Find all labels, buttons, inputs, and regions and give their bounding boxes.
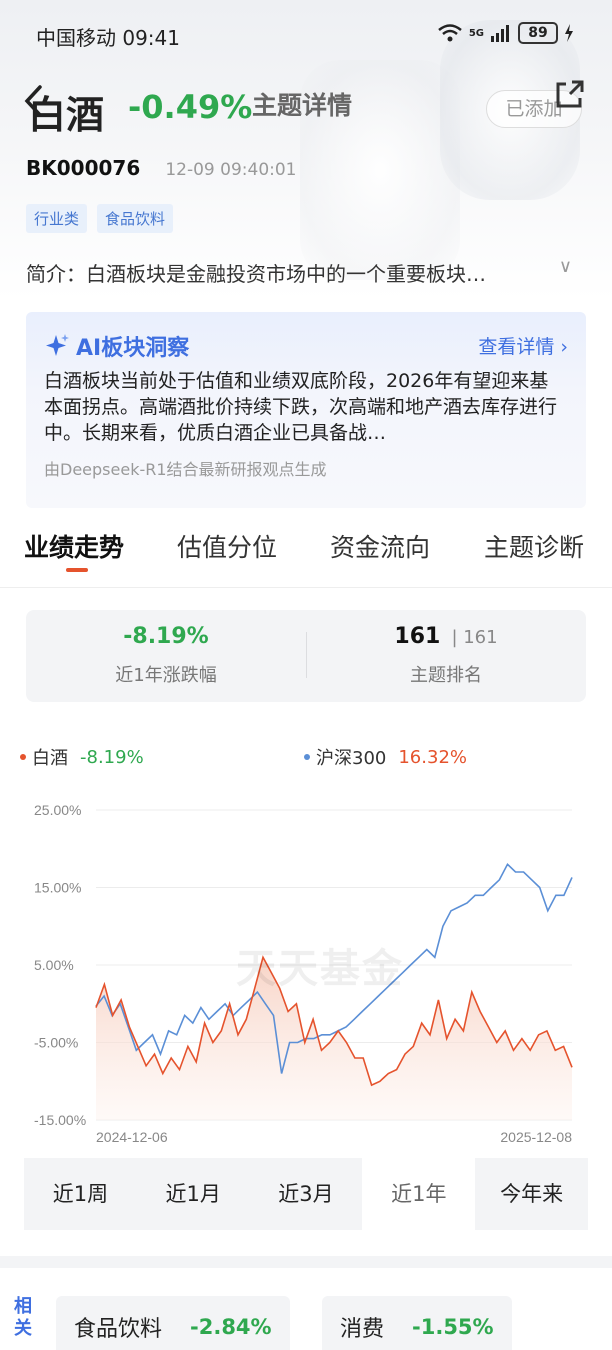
status-icons: 5G 89 [437,22,574,44]
battery-icon: 89 [518,22,558,44]
legend-dot [304,754,310,760]
page-subtitle: 主题详情 [252,91,353,120]
summary-card: -8.19% 近1年涨跌幅 161 | 161 主题排名 [26,610,586,702]
chart-watermark: 天天基金 [236,946,404,992]
tag-industry[interactable]: 行业类 [26,204,88,233]
x-tick-label-start: 2024-12-06 [96,1129,168,1145]
view-details-label: 查看详情 [478,336,555,358]
page-header: 白酒 -0.49% 主题详情 已添加 [0,78,612,138]
legend-name: 沪深300 [316,748,387,769]
legend-hs300: 沪深300 16.32% [304,744,467,770]
share-icon[interactable] [552,78,586,112]
ai-card-title: AI板块洞察 [44,330,189,362]
one-year-change-value: -8.19% [123,624,209,649]
x-tick-label-end: 2025-12-08 [500,1129,572,1145]
rank-total: | 161 [451,627,498,648]
legend-dot [20,754,26,760]
range-selector: 近1周 近1月 近3月 近1年 今年来 [24,1158,588,1230]
performance-chart[interactable]: 25.00% 15.00% 5.00% -5.00% -15.00% 2024-12-06… [0,796,612,1150]
range-3m[interactable]: 近3月 [249,1158,363,1230]
section-separator [0,1256,612,1268]
related-item-pct: -1.55% [412,1315,494,1339]
network-label: 5G [468,27,484,39]
y-tick-label: -15.00% [34,1112,86,1128]
rank-label: 主题排名 [410,665,482,686]
title-change-pct: -0.49% [128,88,253,126]
chevron-right-icon: › [560,336,568,358]
y-tick-label: 15.00% [34,880,81,896]
y-tick-label: 5.00% [34,957,74,973]
one-year-change: -8.19% 近1年涨跌幅 [26,624,306,687]
tab-fund-flow[interactable]: 资金流向 [330,528,430,564]
related-label: 相关 [14,1296,32,1339]
ai-insight-text: 白酒板块当前处于估值和业绩双底阶段，2026年有望迎来基本面拐点。高端酒批价持续… [44,370,558,444]
code-row: BK000076 12-09 09:40:01 [26,156,297,186]
ai-title-text: AI板块洞察 [76,336,190,361]
signal-icon [491,25,509,42]
section-tabs: 业绩走势 估值分位 资金流向 主题诊断 [0,528,612,588]
y-tick-label: -5.00% [34,1035,78,1051]
intro-label: 简介：白酒板块是金融投资市场中的一个重要板块… [26,262,486,286]
related-item-name: 消费 [340,1317,385,1342]
tag-food-beverage[interactable]: 食品饮料 [97,204,174,233]
chevron-down-icon[interactable]: ∨ [559,256,572,277]
tag-list: 行业类 食品饮料 [26,204,174,233]
tab-valuation[interactable]: 估值分位 [177,528,277,564]
view-details-link[interactable]: 查看详情 › [478,332,568,359]
ai-source-note: 由Deepseek-R1结合最新研报观点生成 [44,460,327,479]
carrier-time: 中国移动 09:41 [36,26,180,50]
legend-baijiu: 白酒 -8.19% [20,744,144,770]
related-item[interactable]: 消费 -1.55% [322,1296,512,1350]
related-item-pct: -2.84% [190,1315,272,1339]
range-ytd[interactable]: 今年来 [475,1158,588,1230]
intro-text[interactable]: 简介：白酒板块是金融投资市场中的一个重要板块… ∨ [26,256,586,287]
charging-icon [565,24,573,42]
sparkle-icon [46,334,69,356]
ai-insight-card[interactable]: AI板块洞察 查看详情 › 白酒板块当前处于估值和业绩双底阶段，2026年有望迎… [26,312,586,508]
update-time: 12-09 09:40:01 [165,160,297,180]
range-1m[interactable]: 近1月 [136,1158,250,1230]
one-year-change-label: 近1年涨跌幅 [115,665,217,686]
related-item[interactable]: 食品饮料 -2.84% [56,1296,290,1350]
legend-name: 白酒 [32,748,68,769]
range-1w[interactable]: 近1周 [24,1158,137,1230]
sector-code: BK000076 [26,156,141,180]
legend-value: -8.19% [80,746,144,768]
range-1y[interactable]: 近1年 [362,1158,476,1230]
related-themes: 相关 食品饮料 -2.84% 消费 -1.55% [0,1278,612,1350]
rank-total-value: 161 [463,627,498,648]
wifi-icon [438,24,462,42]
tab-diagnosis[interactable]: 主题诊断 [484,528,584,564]
status-bar: 中国移动 09:41 5G 89 [0,0,612,70]
legend-value: 16.32% [398,746,467,768]
tab-performance[interactable]: 业绩走势 [24,528,124,564]
theme-rank: 161 | 161 主题排名 [306,624,586,687]
rank-value: 161 [394,624,441,649]
page-title: 白酒 [28,93,105,137]
related-item-name: 食品饮料 [74,1317,163,1342]
chart-legend: 白酒 -8.19% 沪深300 16.32% [20,744,592,770]
active-tab-indicator [66,568,88,572]
y-tick-label: 25.00% [34,802,81,818]
